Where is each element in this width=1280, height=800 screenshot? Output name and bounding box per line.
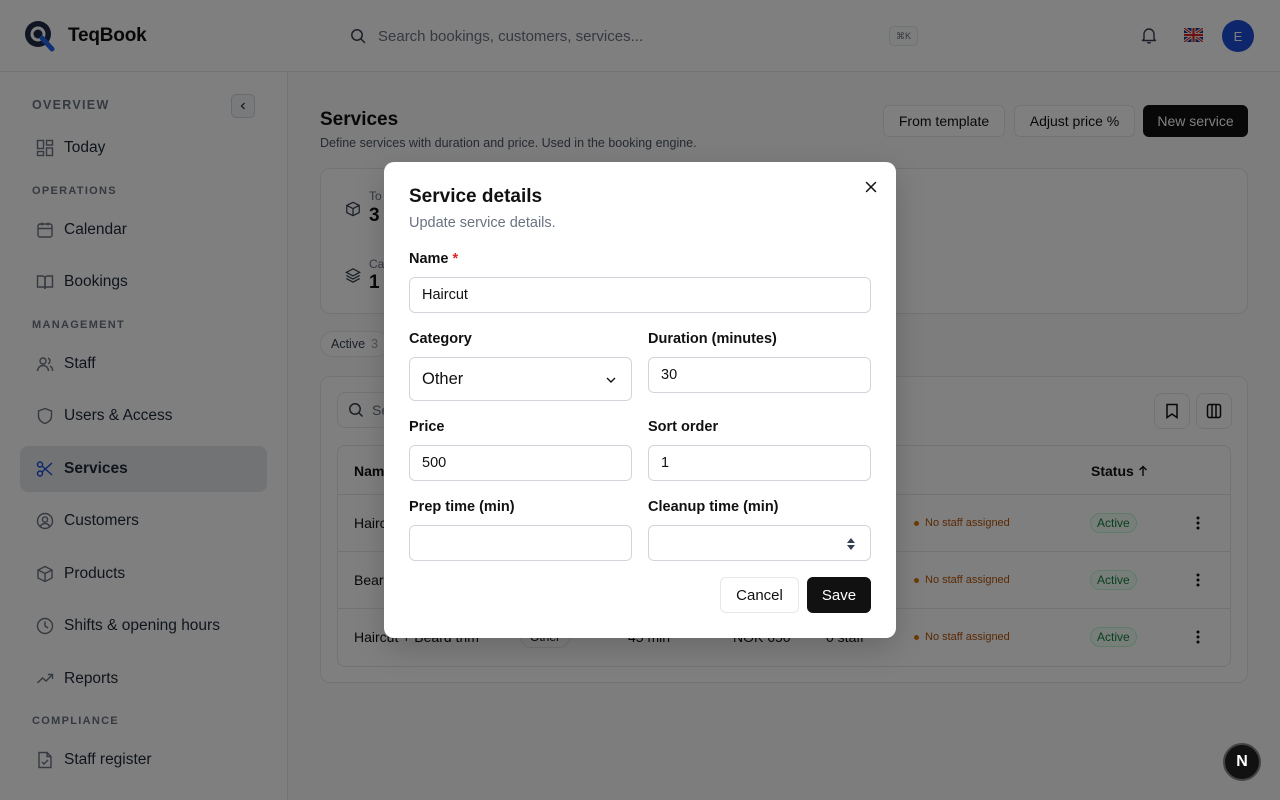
category-select[interactable]: Other bbox=[409, 357, 632, 401]
name-label-text: Name bbox=[409, 251, 449, 267]
service-details-dialog: Service details Update service details. … bbox=[384, 162, 896, 638]
cancel-button[interactable]: Cancel bbox=[720, 577, 799, 613]
category-label: Category bbox=[409, 331, 472, 347]
prep-time-field[interactable] bbox=[409, 525, 632, 561]
chevron-down-icon bbox=[605, 374, 617, 386]
number-spinner-icon[interactable] bbox=[846, 537, 856, 551]
duration-label: Duration (minutes) bbox=[648, 331, 777, 347]
dialog-subtitle: Update service details. bbox=[409, 215, 556, 231]
sort-order-field[interactable]: 1 bbox=[648, 445, 871, 481]
dialog-title: Service details bbox=[409, 186, 543, 207]
name-field[interactable]: Haircut bbox=[409, 277, 871, 313]
save-button[interactable]: Save bbox=[807, 577, 871, 613]
required-marker: * bbox=[452, 251, 459, 267]
category-select-value: Other bbox=[422, 369, 464, 388]
nextjs-devtools-button[interactable]: N bbox=[1223, 743, 1261, 781]
price-field[interactable]: 500 bbox=[409, 445, 632, 481]
name-label: Name * bbox=[409, 251, 458, 267]
prep-time-label: Prep time (min) bbox=[409, 499, 515, 515]
close-icon[interactable] bbox=[864, 180, 878, 194]
cleanup-time-field[interactable] bbox=[648, 525, 871, 561]
duration-field[interactable]: 30 bbox=[648, 357, 871, 393]
sort-order-label: Sort order bbox=[648, 419, 719, 435]
cleanup-time-label: Cleanup time (min) bbox=[648, 499, 779, 515]
price-label: Price bbox=[409, 419, 445, 435]
